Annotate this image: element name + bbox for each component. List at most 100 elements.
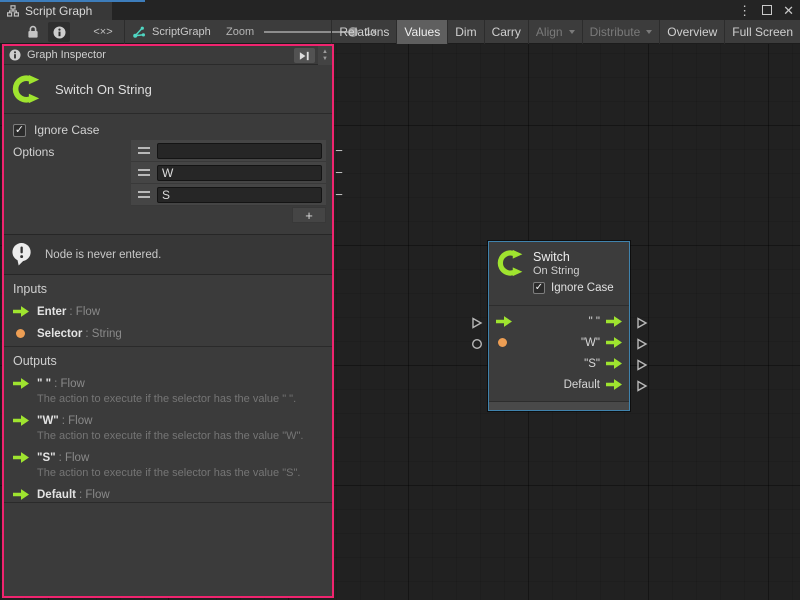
code-preview-button[interactable]: <×>: [88, 22, 118, 42]
input-port-row: Enter : Flow: [13, 305, 332, 318]
output-port-icon[interactable]: [606, 358, 622, 369]
inspector-title: Graph Inspector: [27, 49, 106, 61]
external-flow-connector[interactable]: [636, 317, 648, 329]
dim-button[interactable]: Dim: [447, 20, 483, 44]
port-label: Default: [564, 379, 600, 391]
port-type: : Flow: [62, 415, 93, 427]
output-port-icon[interactable]: [606, 316, 622, 327]
node-header: Switch On String ✓ Ignore Case: [489, 242, 629, 305]
port-type: : Flow: [59, 452, 90, 464]
graph-icon: [132, 25, 146, 39]
window-menu-icon[interactable]: ⋮: [738, 4, 751, 17]
chevron-down-icon: [646, 30, 652, 34]
window-close-icon[interactable]: ✕: [783, 4, 794, 17]
option-row: −: [131, 184, 326, 206]
port-name: "S": [37, 452, 56, 464]
port-name: "W": [37, 415, 59, 427]
drag-handle-icon[interactable]: [131, 169, 157, 176]
option-input-2[interactable]: [157, 187, 322, 203]
drag-handle-icon[interactable]: [131, 147, 157, 154]
tab-script-graph[interactable]: Script Graph: [0, 2, 112, 20]
lock-button[interactable]: [22, 22, 44, 42]
node-ignore-case-label: Ignore Case: [551, 282, 614, 294]
flow-arrow-icon: [13, 378, 29, 389]
info-icon: [53, 26, 66, 39]
ignore-case-checkbox[interactable]: ✓: [13, 124, 26, 137]
option-row: −: [131, 140, 326, 162]
output-port-icon[interactable]: [606, 379, 622, 390]
inspector-header: Graph Inspector ▲ ▼: [4, 46, 332, 65]
port-name: Default: [37, 489, 76, 501]
external-flow-connector[interactable]: [471, 317, 483, 329]
flow-arrow-icon: [13, 306, 29, 317]
add-option-button[interactable]: +: [292, 207, 326, 223]
input-port-row: Selector : String: [13, 327, 332, 340]
external-flow-connector[interactable]: [636, 338, 648, 350]
node-footer: [489, 402, 629, 410]
inspected-node-section: Switch On String: [4, 65, 332, 114]
warning-bubble-icon: [11, 242, 34, 267]
port-type: : Flow: [79, 489, 110, 501]
switch-node-icon: [12, 74, 42, 104]
switch-on-string-node[interactable]: Switch On String ✓ Ignore Case " ": [488, 241, 630, 411]
flow-arrow-icon: [13, 415, 29, 426]
relations-button[interactable]: Relations: [331, 20, 396, 44]
option-input-0[interactable]: [157, 143, 322, 159]
node-properties-section: ✓ Ignore Case Options − −: [4, 114, 332, 235]
fullscreen-button[interactable]: Full Screen: [724, 20, 800, 44]
remove-option-button[interactable]: −: [322, 143, 356, 158]
port-type: : String: [85, 328, 121, 340]
window-maximize-icon[interactable]: [762, 5, 772, 15]
inspector-toggle-button[interactable]: [48, 22, 70, 42]
lock-icon: [27, 25, 39, 39]
scroll-up-icon[interactable]: ▲: [322, 49, 328, 55]
selector-port-icon[interactable]: [498, 338, 507, 347]
output-port-block: Default : Flow: [13, 488, 332, 501]
scroll-down-icon[interactable]: ▼: [322, 56, 328, 62]
option-row: −: [131, 162, 326, 184]
remove-option-button[interactable]: −: [322, 165, 356, 180]
overview-button[interactable]: Overview: [659, 20, 724, 44]
value-port-icon: [16, 329, 25, 338]
warning-text: Node is never entered.: [45, 249, 161, 261]
port-label: " ": [589, 316, 600, 328]
tab-label: Script Graph: [25, 4, 92, 18]
output-port-icon[interactable]: [606, 337, 622, 348]
enter-port-icon[interactable]: [496, 316, 512, 327]
node-body: " " "W" "S": [489, 306, 629, 401]
values-button[interactable]: Values: [396, 20, 447, 44]
port-name: Enter: [37, 306, 66, 318]
graph-canvas[interactable]: Graph Inspector ▲ ▼: [0, 44, 800, 600]
graph-breadcrumb[interactable]: ScriptGraph: [132, 20, 211, 44]
node-ignore-case-checkbox[interactable]: ✓: [533, 282, 545, 294]
distribute-label: Distribute: [590, 25, 641, 39]
remove-option-button[interactable]: −: [322, 187, 356, 202]
align-label: Align: [536, 25, 563, 39]
option-input-1[interactable]: [157, 165, 322, 181]
flow-arrow-icon: [13, 452, 29, 463]
drag-handle-icon[interactable]: [131, 191, 157, 198]
zoom-label: Zoom: [226, 26, 254, 38]
dock-right-icon: [299, 50, 310, 62]
options-list: − − − +: [131, 140, 326, 223]
options-label: Options: [13, 145, 54, 159]
port-label: "S": [584, 358, 600, 370]
external-flow-connector[interactable]: [636, 380, 648, 392]
port-label: "W": [581, 337, 600, 349]
chevron-down-icon: [569, 30, 575, 34]
node-title: Switch: [533, 250, 579, 265]
carry-button[interactable]: Carry: [484, 20, 528, 44]
external-value-connector[interactable]: [471, 338, 483, 350]
align-button[interactable]: Align: [528, 20, 582, 44]
port-description: The action to execute if the selector ha…: [37, 467, 332, 479]
node-subtitle: On String: [533, 265, 579, 278]
distribute-button[interactable]: Distribute: [582, 20, 660, 44]
panel-scroll-arrows: ▲ ▼: [318, 46, 332, 65]
node-port-row: " ": [489, 311, 629, 332]
inputs-section: Inputs Enter : Flow Selector : String: [4, 275, 332, 347]
ignore-case-label: Ignore Case: [34, 123, 99, 137]
hierarchy-icon: [7, 5, 19, 17]
graph-inspector-panel: Graph Inspector ▲ ▼: [2, 44, 334, 598]
external-flow-connector[interactable]: [636, 359, 648, 371]
dock-panel-button[interactable]: [294, 48, 315, 63]
